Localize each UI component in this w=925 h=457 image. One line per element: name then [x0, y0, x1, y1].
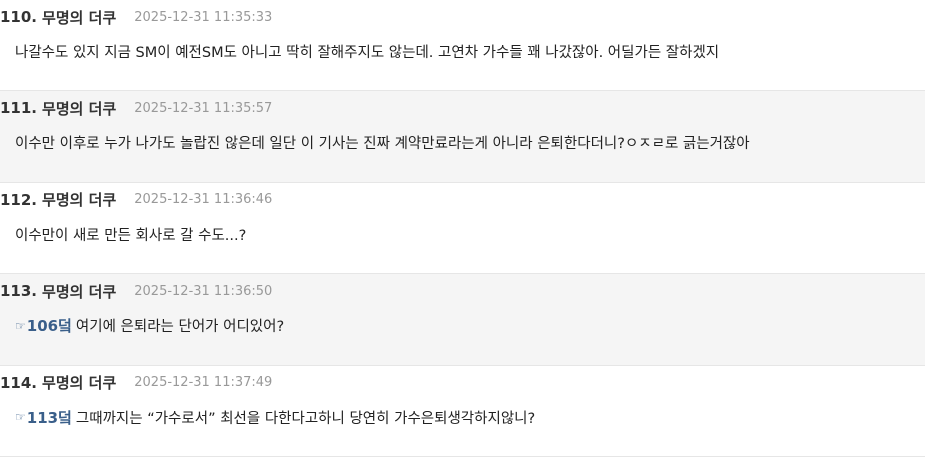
comment-number: 113. [0, 282, 38, 301]
comment-item: 110. 무명의 더쿠 2025-12-31 11:35:33 나갈수도 있지 … [0, 0, 925, 92]
comment-number: 114. [0, 373, 38, 392]
pointing-hand-icon: ☞ [15, 318, 26, 333]
comment-text: 그때까지는 “가수로서” 최선을 다한다고하니 당연히 가수은퇴생각하지않니? [75, 410, 536, 427]
comment-list: 110. 무명의 더쿠 2025-12-31 11:35:33 나갈수도 있지 … [0, 0, 925, 457]
comment-author: 무명의 더쿠 [42, 374, 117, 393]
comment-item: 112. 무명의 더쿠 2025-12-31 11:36:46 이수만이 새로 … [0, 183, 925, 275]
comment-header: 110. 무명의 더쿠 2025-12-31 11:35:33 [0, 5, 272, 29]
comment-text: 여기에 은퇴라는 단어가 어디있어? [75, 319, 285, 336]
comment-item: 113. 무명의 더쿠 2025-12-31 11:36:50 ☞ 106덬 여… [0, 274, 925, 366]
comment-text: 나갈수도 있지 지금 SM이 예전SM도 아니고 딱히 잘해주지도 않는데. 고… [15, 45, 720, 61]
comment-author: 무명의 더쿠 [42, 191, 117, 210]
comment-body: 나갈수도 있지 지금 SM이 예전SM도 아니고 딱히 잘해주지도 않는데. 고… [15, 41, 719, 62]
comment-author: 무명의 더쿠 [42, 282, 117, 301]
reply-reference-link[interactable]: ☞ 113덬 [15, 407, 72, 428]
comment-timestamp: 2025-12-31 11:36:50 [134, 283, 273, 299]
comment-text: 이수만이 새로 만든 회사로 갈 수도...? [15, 227, 247, 244]
comment-body: ☞ 106덬 여기에 은퇴라는 단어가 어디있어? [15, 315, 284, 336]
comment-timestamp: 2025-12-31 11:36:46 [134, 192, 273, 208]
comment-timestamp: 2025-12-31 11:35:33 [134, 9, 273, 25]
comment-header: 111. 무명의 더쿠 2025-12-31 11:35:57 [0, 96, 272, 120]
comment-body: ☞ 113덬 그때까지는 “가수로서” 최선을 다한다고하니 당연히 가수은퇴생… [15, 407, 535, 428]
comment-author: 무명의 더쿠 [42, 8, 117, 27]
reply-reference-label: 106덬 [26, 317, 72, 336]
comment-header: 112. 무명의 더쿠 2025-12-31 11:36:46 [0, 188, 272, 212]
comment-body: 이수만이 새로 만든 회사로 갈 수도...? [15, 224, 246, 245]
comment-header: 114. 무명의 더쿠 2025-12-31 11:37:49 [0, 371, 272, 395]
comment-timestamp: 2025-12-31 11:35:57 [134, 100, 273, 116]
comment-author: 무명의 더쿠 [42, 99, 117, 118]
pointing-hand-icon: ☞ [15, 410, 26, 425]
comment-timestamp: 2025-12-31 11:37:49 [134, 375, 273, 391]
comment-number: 110. [0, 8, 38, 26]
reply-reference-link[interactable]: ☞ 106덬 [15, 315, 72, 336]
comment-text: 이수만 이후로 누가 나가도 놀랍진 않은데 일단 이 기사는 진짜 계약만료라… [15, 136, 750, 153]
comment-item: 114. 무명의 더쿠 2025-12-31 11:37:49 ☞ 113덬 그… [0, 366, 925, 457]
comment-body: 이수만 이후로 누가 나가도 놀랍진 않은데 일단 이 기사는 진짜 계약만료라… [15, 132, 750, 153]
comment-number: 111. [0, 99, 38, 118]
comment-header: 113. 무명의 더쿠 2025-12-31 11:36:50 [0, 279, 272, 303]
reply-reference-label: 113덬 [26, 408, 72, 427]
comment-number: 112. [0, 190, 38, 209]
comment-item: 111. 무명의 더쿠 2025-12-31 11:35:57 이수만 이후로 … [0, 91, 925, 183]
